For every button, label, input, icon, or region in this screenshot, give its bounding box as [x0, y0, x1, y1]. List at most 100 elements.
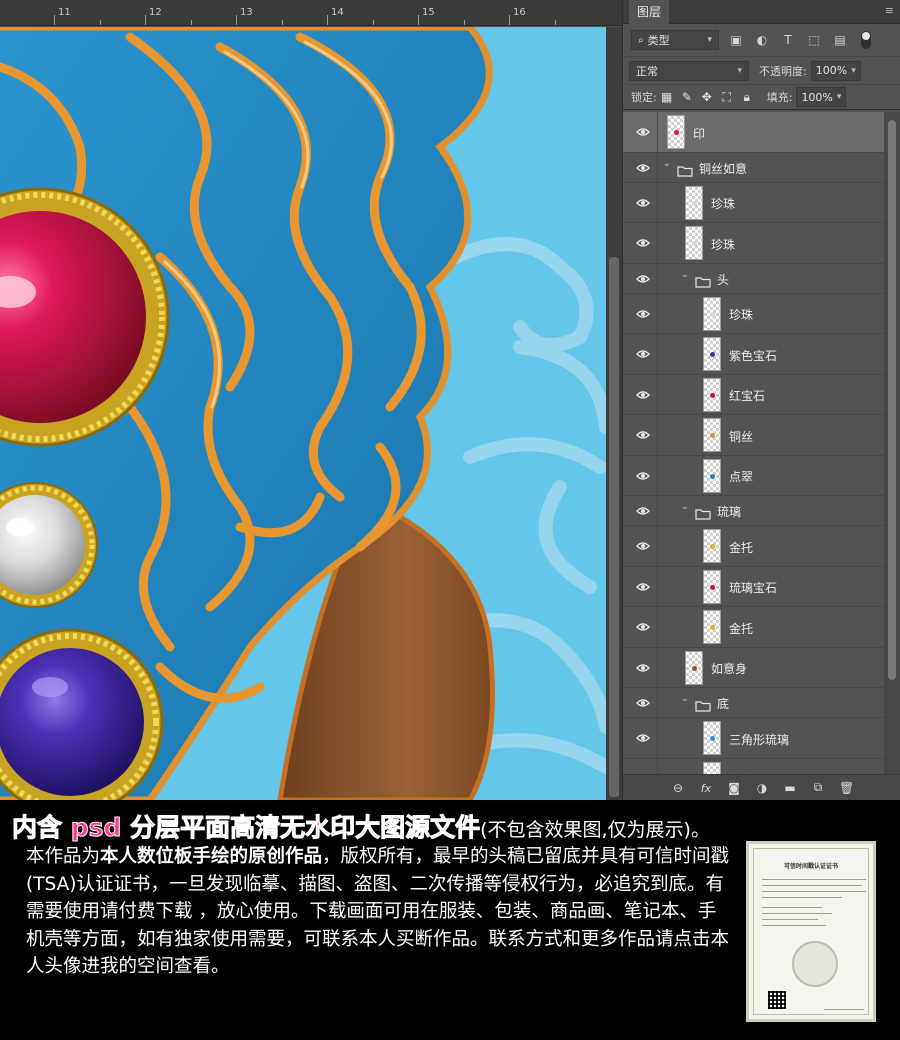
layer-thumbnail	[703, 296, 721, 331]
layers-list: 印 ⌄ 铜丝如意 珍珠 珍珠 ⌄ 头珍珠 紫色宝石 红宝石 铜丝 点翠 ⌄ 琉璃 金托 琉璃宝石 金托 如意身 ⌄…	[623, 112, 885, 774]
visibility-eye-icon[interactable]	[633, 125, 653, 139]
layer-thumbnail	[685, 185, 703, 220]
chevron-down-icon[interactable]: ⌄	[681, 270, 689, 280]
layer-row[interactable]: 印	[623, 112, 885, 153]
canvas-vertical-scrollbar[interactable]	[606, 27, 622, 800]
eye-column-divider	[657, 223, 658, 263]
layer-row[interactable]: 琉璃宝石	[623, 566, 885, 607]
visibility-eye-icon[interactable]	[633, 731, 653, 745]
scrollbar-thumb[interactable]	[888, 120, 896, 680]
layer-row[interactable]: 珍珠	[623, 182, 885, 223]
layer-name: 点翠	[729, 470, 754, 485]
opacity-input[interactable]: 100% ▾	[810, 60, 861, 81]
chevron-down-icon: ▾	[737, 65, 742, 76]
layer-group-row[interactable]: ⌄ 底	[623, 688, 885, 718]
layer-row[interactable]: 紫色宝石	[623, 334, 885, 375]
eye-column-divider	[657, 758, 658, 774]
shape-filter-icon[interactable]: ⬚	[805, 31, 823, 49]
certificate-seal-icon	[792, 941, 838, 987]
eye-column-divider	[657, 152, 658, 182]
smart-object-filter-icon[interactable]: ▤	[831, 31, 849, 49]
layer-name: 头	[717, 272, 730, 287]
certificate-border: 可信时间戳认证证书	[753, 848, 869, 1015]
layer-row[interactable]: 珍珠	[623, 293, 885, 334]
adjustment-icon[interactable]: ◑	[755, 781, 769, 795]
visibility-eye-icon[interactable]	[633, 620, 653, 634]
ruler-number: 12	[149, 7, 162, 18]
chevron-down-icon[interactable]: ⌄	[681, 694, 689, 704]
tab-layers[interactable]: 图层	[629, 0, 670, 24]
layer-row[interactable]: 铜丝	[623, 415, 885, 456]
new-group-icon[interactable]: ▬	[783, 781, 797, 795]
eye-column-divider	[657, 182, 658, 222]
mask-icon[interactable]: ◙	[727, 781, 741, 795]
layer-row[interactable]: 三角形琉璃	[623, 718, 885, 759]
layer-thumbnail	[703, 418, 721, 453]
visibility-eye-icon[interactable]	[633, 696, 653, 710]
layer-row[interactable]: 珍珠	[623, 223, 885, 264]
lock-transparency-icon[interactable]: ▦	[657, 88, 677, 106]
filter-kind-value: 类型	[647, 34, 670, 47]
lock-position-icon[interactable]: ✥	[697, 88, 717, 106]
type-filter-icon[interactable]: T	[779, 31, 797, 49]
layer-thumbnail	[667, 115, 685, 150]
visibility-eye-icon[interactable]	[633, 236, 653, 250]
layer-name: 铜丝如意	[699, 161, 748, 176]
layer-row[interactable]: 点翠	[623, 455, 885, 496]
visibility-eye-icon[interactable]	[633, 428, 653, 442]
layer-row[interactable]: 金托	[623, 607, 885, 648]
visibility-eye-icon[interactable]	[633, 307, 653, 321]
new-layer-icon[interactable]: ⧉	[811, 780, 825, 795]
layer-thumbnail	[703, 610, 721, 645]
chevron-down-icon[interactable]: ⌄	[681, 502, 689, 512]
folder-icon	[695, 697, 711, 712]
artwork-canvas[interactable]	[0, 27, 606, 800]
visibility-eye-icon[interactable]	[633, 539, 653, 553]
visibility-eye-icon[interactable]	[633, 469, 653, 483]
layer-filter-row: ⌕ 类型 ▾ ▣ ◐ T ⬚ ▤	[623, 24, 900, 56]
trash-icon[interactable]: 🗑︎	[839, 781, 854, 795]
layer-thumbnail	[703, 458, 721, 493]
image-filter-icon[interactable]: ▣	[727, 31, 745, 49]
layer-row[interactable]: 金托	[623, 526, 885, 567]
filter-kind-select[interactable]: ⌕ 类型 ▾	[631, 30, 719, 50]
visibility-eye-icon[interactable]	[633, 272, 653, 286]
layer-group-row[interactable]: ⌄ 铜丝如意	[623, 152, 885, 183]
visibility-eye-icon[interactable]	[633, 196, 653, 210]
fill-input[interactable]: 100% ▾	[796, 87, 847, 107]
eye-column-divider	[657, 566, 658, 606]
layers-scrollbar[interactable]	[884, 112, 900, 774]
canvas-area[interactable]: 11 12 13 14 15 16	[0, 0, 622, 800]
ruler-number: 14	[331, 7, 344, 18]
scrollbar-thumb[interactable]	[609, 257, 619, 797]
lock-pixels-icon[interactable]: ✎	[677, 88, 697, 106]
layer-row[interactable]: 铜丝	[623, 758, 885, 774]
lock-all-icon[interactable]: 🔒︎	[737, 88, 757, 106]
layer-row[interactable]: 如意身	[623, 647, 885, 688]
headline-main: 内含 psd 分层平面高清无水印大图源文件	[11, 813, 481, 843]
blend-mode-select[interactable]: 正常 ▾	[629, 60, 749, 81]
visibility-eye-icon[interactable]	[633, 504, 653, 518]
filter-toggle[interactable]	[861, 31, 871, 49]
fx-icon[interactable]: fx	[699, 781, 713, 795]
layer-group-row[interactable]: ⌄ 琉璃	[623, 496, 885, 526]
chevron-down-icon[interactable]: ⌄	[663, 159, 671, 169]
panel-tab-bar: 图层 ≡	[623, 0, 900, 24]
link-icon[interactable]: ⊖	[671, 781, 685, 795]
visibility-eye-icon[interactable]	[633, 347, 653, 361]
panel-menu-icon[interactable]: ≡	[885, 4, 894, 17]
visibility-eye-icon[interactable]	[633, 161, 653, 175]
ruler-number: 16	[513, 7, 526, 18]
adjustment-filter-icon[interactable]: ◐	[753, 31, 771, 49]
layer-group-row[interactable]: ⌄ 头	[623, 263, 885, 294]
visibility-eye-icon[interactable]	[633, 580, 653, 594]
visibility-eye-icon[interactable]	[633, 388, 653, 402]
layer-name: 底	[717, 697, 730, 711]
layer-name: 金托	[729, 540, 754, 555]
layer-row[interactable]: 红宝石	[623, 374, 885, 415]
certificate-text-line	[762, 891, 866, 892]
visibility-eye-icon[interactable]	[633, 661, 653, 675]
search-icon: ⌕	[638, 34, 644, 46]
lock-artboard-icon[interactable]: ⛶	[717, 88, 737, 106]
layer-name: 印	[693, 126, 706, 141]
